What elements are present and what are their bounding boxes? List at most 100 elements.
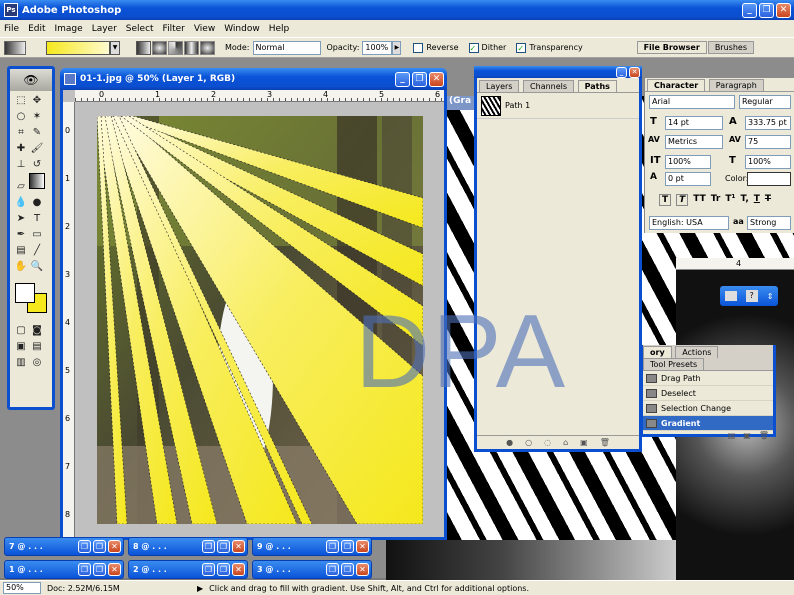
underline-button[interactable]: T — [754, 194, 760, 206]
vertical-scale-input[interactable]: 100% — [665, 155, 711, 169]
dodge-tool-icon[interactable]: ● — [29, 195, 45, 211]
close-button[interactable]: ✕ — [232, 540, 245, 553]
history-item-deselect[interactable]: Deselect — [643, 386, 773, 401]
menu-file[interactable]: File — [4, 24, 19, 34]
load-selection-icon[interactable]: ◌ — [544, 438, 551, 447]
faux-italic-button[interactable]: T — [676, 194, 689, 206]
anti-alias-select[interactable]: Strong — [747, 216, 791, 230]
font-style-select[interactable]: Regular — [739, 95, 791, 109]
maximize-button[interactable]: ❐ — [93, 563, 106, 576]
tab-paragraph[interactable]: Paragraph — [708, 79, 764, 91]
healing-brush-tool-icon[interactable]: ✚ — [13, 141, 29, 157]
hand-tool-icon[interactable]: ✋ — [13, 259, 29, 275]
close-button[interactable]: ✕ — [108, 540, 121, 553]
tab-history[interactable]: ory — [643, 346, 672, 358]
mode-select[interactable]: Normal — [252, 40, 321, 55]
tab-layers[interactable]: Layers — [479, 80, 520, 92]
minimized-doc-1[interactable]: 1 @ . . . ❐ ❐ ✕ — [4, 560, 124, 579]
angle-gradient-button[interactable] — [168, 40, 183, 55]
lasso-tool-icon[interactable]: ○ — [13, 109, 29, 125]
screen-mode-full-icon[interactable]: ▤ — [29, 339, 45, 355]
pen-tool-icon[interactable]: ✒ — [13, 227, 29, 243]
close-button[interactable]: ✕ — [232, 563, 245, 576]
history-item-drag-path[interactable]: Drag Path — [643, 371, 773, 386]
make-work-path-icon[interactable]: ⌂ — [563, 438, 568, 447]
close-button[interactable]: ✕ — [108, 563, 121, 576]
dither-checkbox[interactable]: ✓ — [468, 42, 479, 53]
history-item-selection-change[interactable]: Selection Change — [643, 401, 773, 416]
menu-edit[interactable]: Edit — [28, 24, 45, 34]
restore-button[interactable]: ❐ — [326, 540, 339, 553]
close-button[interactable]: ✕ — [356, 563, 369, 576]
radial-gradient-button[interactable] — [152, 40, 167, 55]
menu-window[interactable]: Window — [224, 24, 260, 34]
close-button[interactable]: ✕ — [356, 540, 369, 553]
menu-layer[interactable]: Layer — [92, 24, 117, 34]
marquee-tool-icon[interactable]: ⬚ — [13, 93, 29, 109]
maximize-button[interactable]: ❐ — [341, 563, 354, 576]
history-brush-tool-icon[interactable]: ↺ — [29, 157, 45, 173]
new-document-from-state-icon[interactable]: ▤ — [728, 431, 736, 443]
history-item-gradient[interactable]: Gradient — [643, 416, 773, 431]
restore-button[interactable]: ❐ — [78, 540, 91, 553]
notes-tool-icon[interactable]: ▤ — [13, 243, 29, 259]
minimized-doc-2[interactable]: 2 @ . . . ❐ ❐ ✕ — [128, 560, 248, 579]
brushes-tab[interactable]: Brushes — [707, 41, 754, 54]
move-tool-icon[interactable]: ✥ — [29, 93, 45, 109]
zoom-tool-icon[interactable]: 🔍 — [29, 259, 45, 275]
document-maximize-button[interactable]: ❐ — [412, 71, 427, 87]
document-title-bar[interactable]: 01-1.jpg @ 50% (Layer 1, RGB) _ ❐ ✕ — [60, 68, 447, 90]
strikethrough-button[interactable]: T — [765, 194, 771, 206]
screen-mode-menu-icon[interactable]: ▥ — [13, 355, 29, 371]
brush-tool-icon[interactable]: 🖌 — [29, 141, 45, 157]
eyedropper-tool-icon[interactable]: ╱ — [29, 243, 45, 259]
small-caps-button[interactable]: Tr — [711, 194, 721, 206]
linear-gradient-button[interactable] — [136, 40, 151, 55]
tab-character[interactable]: Character — [647, 79, 706, 91]
reflected-gradient-button[interactable] — [184, 40, 199, 55]
tracking-input[interactable]: 75 — [745, 135, 791, 149]
clone-stamp-tool-icon[interactable]: ⊥ — [13, 157, 29, 173]
reverse-checkbox[interactable] — [413, 42, 424, 53]
background-document-title[interactable]: (Gra — [446, 96, 476, 110]
file-browser-tab[interactable]: File Browser — [636, 41, 707, 54]
blur-tool-icon[interactable]: 💧 — [13, 195, 29, 211]
menu-view[interactable]: View — [194, 24, 215, 34]
screen-mode-standard-icon[interactable]: ▣ — [13, 339, 29, 355]
minimize-button[interactable]: _ — [742, 2, 757, 18]
subscript-button[interactable]: T, — [740, 194, 748, 206]
baseline-shift-input[interactable]: 0 pt — [665, 172, 711, 186]
menu-image[interactable]: Image — [55, 24, 83, 34]
maximize-button[interactable]: ❐ — [341, 540, 354, 553]
font-family-select[interactable]: Arial — [649, 95, 735, 109]
superscript-button[interactable]: T¹ — [725, 194, 735, 206]
palette-help-icon[interactable]: ? — [745, 290, 758, 302]
restore-button[interactable]: ❐ — [202, 563, 215, 576]
minimized-doc-7[interactable]: 7 @ . . . ❐ ❐ ✕ — [4, 537, 124, 556]
transparency-checkbox[interactable]: ✓ — [516, 42, 527, 53]
foreground-color-swatch[interactable] — [15, 283, 35, 303]
path-selection-tool-icon[interactable]: ➤ — [13, 211, 29, 227]
document-close-button[interactable]: ✕ — [429, 71, 444, 87]
slice-tool-icon[interactable]: ✎ — [29, 125, 45, 141]
magic-wand-tool-icon[interactable]: ✶ — [29, 109, 45, 125]
layers-panel-title-bar[interactable]: _ ✕ — [474, 66, 642, 78]
document-minimize-button[interactable]: _ — [395, 71, 410, 87]
language-select[interactable]: English: USA — [649, 216, 729, 230]
maximize-button[interactable]: ❐ — [759, 2, 774, 18]
new-snapshot-icon[interactable]: ▣ — [743, 431, 751, 443]
palette-menu-icon[interactable] — [724, 291, 737, 301]
font-size-input[interactable]: 14 pt — [665, 116, 723, 130]
quick-mask-mode-icon[interactable]: ◙ — [29, 323, 45, 339]
opacity-arrow-icon[interactable]: ▶ — [392, 40, 402, 55]
gradient-swatch[interactable] — [46, 40, 110, 55]
delete-path-icon[interactable]: 🗑 — [600, 438, 610, 447]
maximize-button[interactable]: ❐ — [93, 540, 106, 553]
crop-tool-icon[interactable]: ⌗ — [13, 125, 29, 141]
fill-path-icon[interactable]: ● — [506, 438, 513, 447]
palette-scroll-icon[interactable]: ⇕ — [767, 292, 774, 301]
tab-tool-presets[interactable]: Tool Presets — [643, 358, 705, 370]
color-swatches[interactable] — [12, 281, 50, 319]
all-caps-button[interactable]: TT — [693, 194, 706, 206]
type-tool-icon[interactable]: T — [29, 211, 45, 227]
